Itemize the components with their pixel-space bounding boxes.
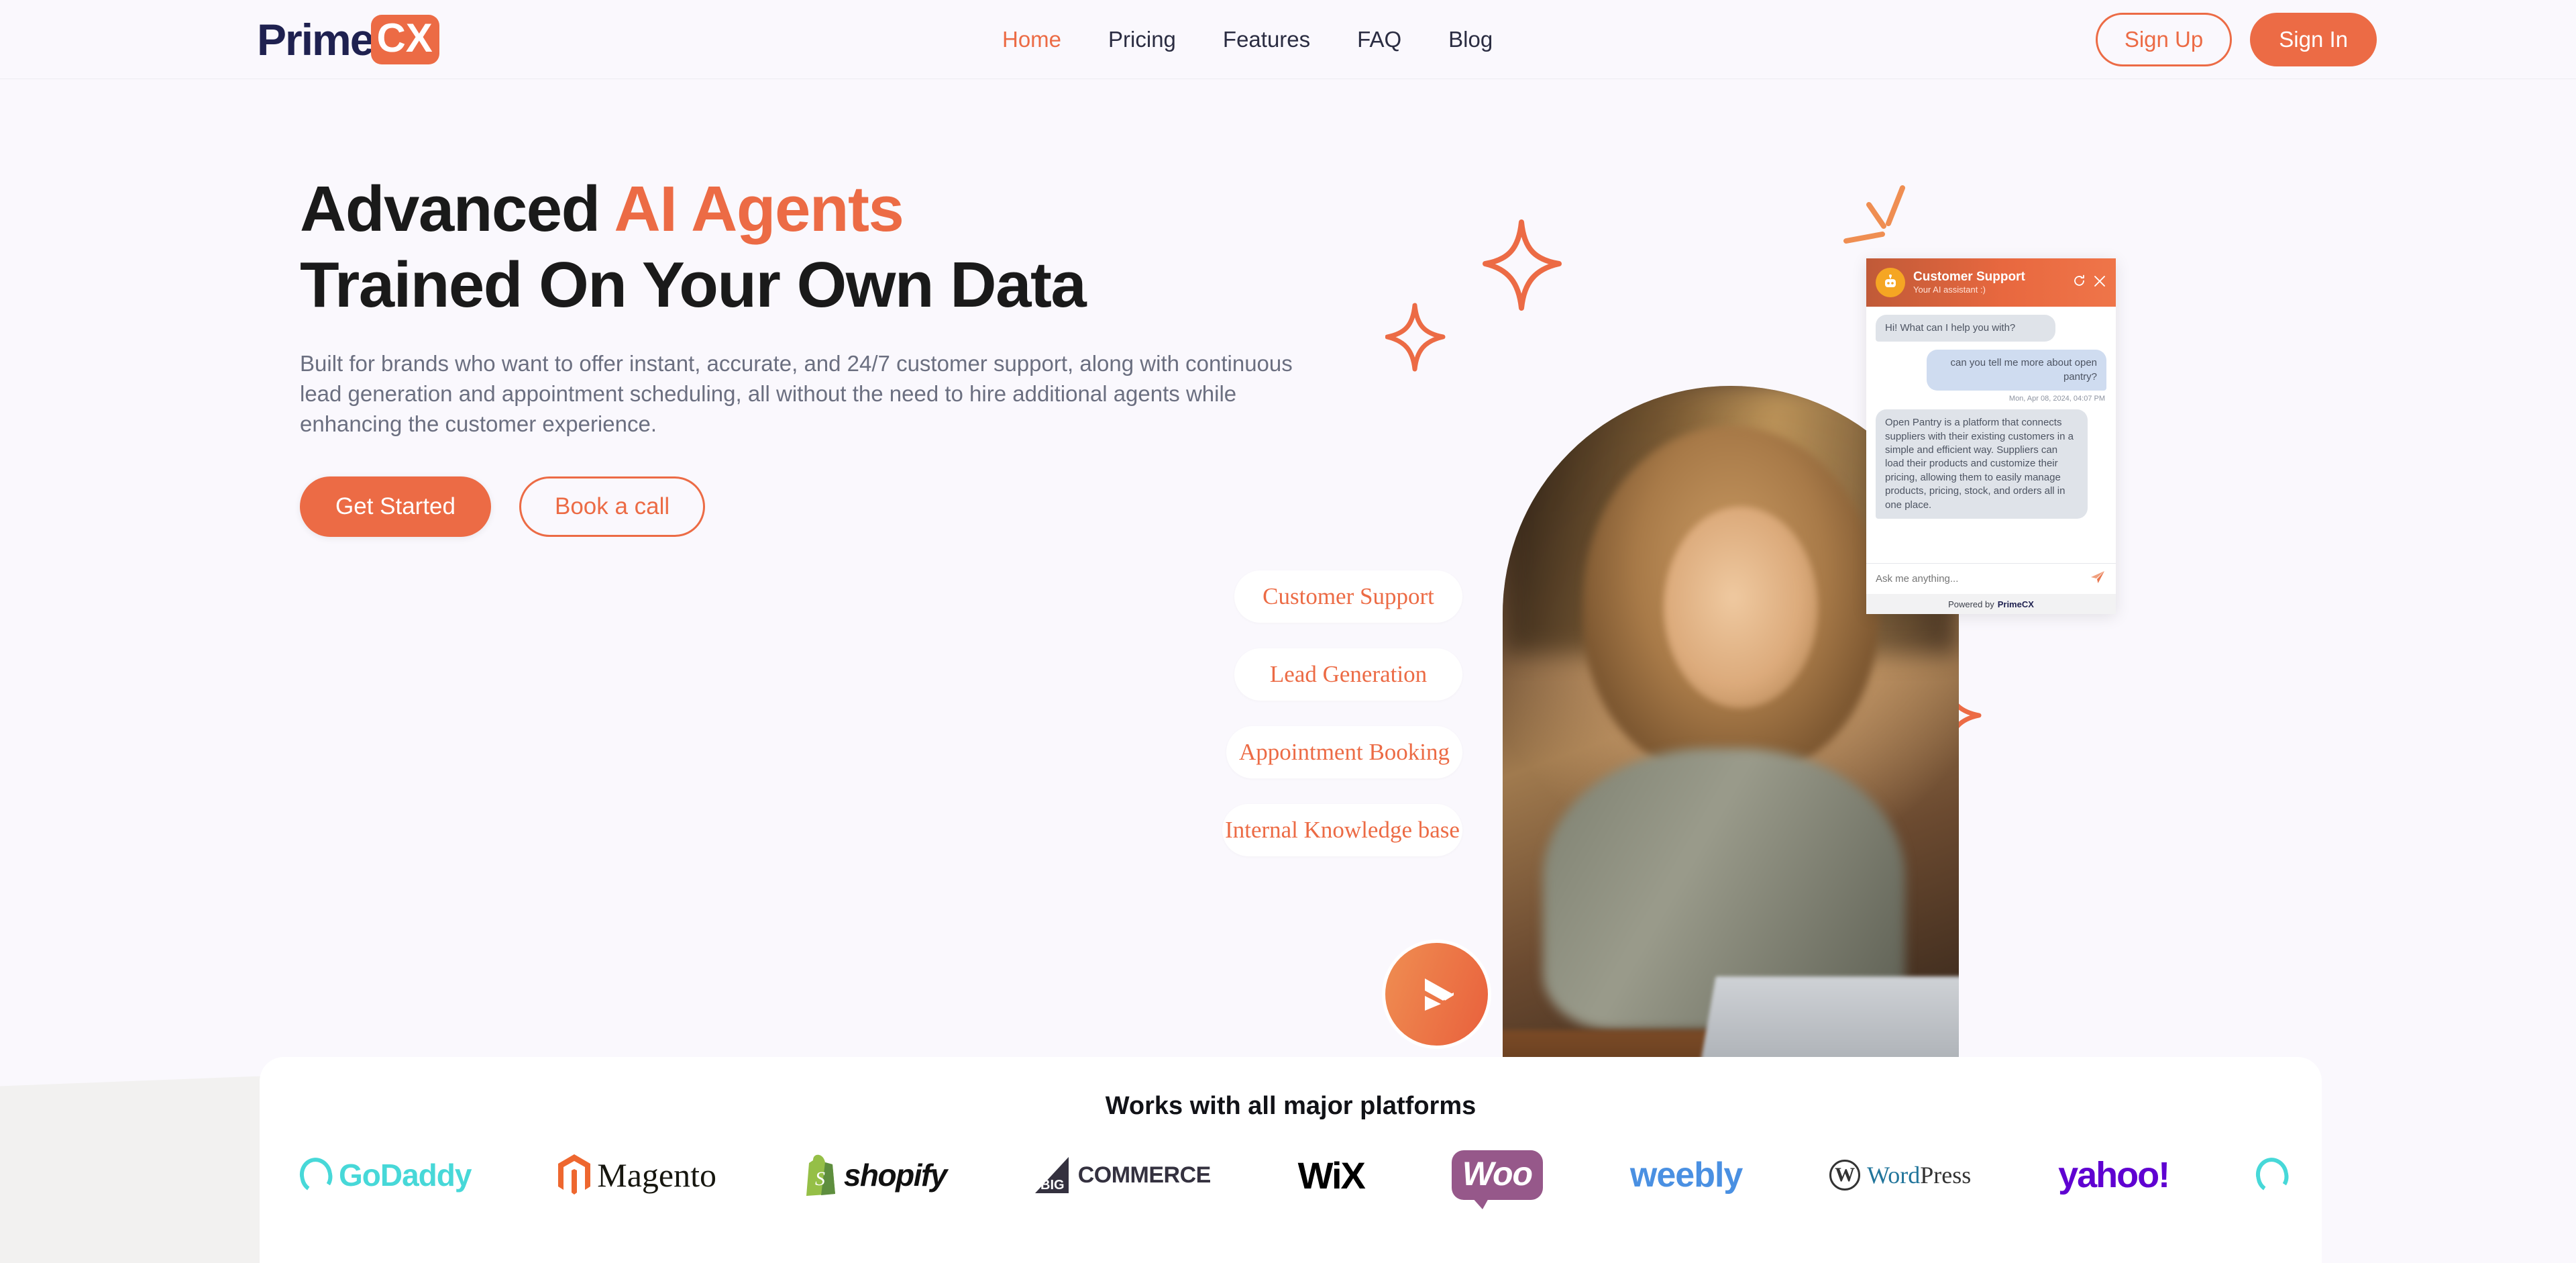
platform-label: WiX [1297,1154,1366,1197]
headline-line1-accent: AI Agents [614,173,904,245]
chat-input[interactable] [1876,573,2089,585]
platform-label: WordPress [1867,1161,1971,1189]
feature-pill-lead-generation[interactable]: Lead Generation [1234,648,1462,701]
feature-pill-label: Customer Support [1263,583,1434,609]
platform-label: shopify [843,1158,948,1193]
hero-subtitle: Built for brands who want to offer insta… [300,350,1293,436]
feature-pill-internal-knowledge-base[interactable]: Internal Knowledge base [1222,804,1462,856]
hero-text-block: Advanced AI Agents Trained On Your Own D… [300,171,1320,538]
headline-line1-plain: Advanced [300,173,614,245]
platform-label: Woo [1462,1155,1533,1193]
send-icon[interactable] [2089,568,2106,589]
platform-logo-wordpress[interactable]: W WordPress [1829,1160,1971,1191]
chat-footer-prefix: Powered by [1948,599,1994,609]
nav-item-pricing[interactable]: Pricing [1108,27,1176,52]
feature-pill-appointment-booking[interactable]: Appointment Booking [1226,726,1462,778]
platforms-logo-row: GoDaddy Magento S shopify BIG COMMERCE W… [260,1150,2322,1209]
logo-text-cx: CX [371,15,439,64]
platform-logo-yahoo[interactable]: yahoo! [2058,1154,2170,1196]
bigcommerce-icon: BIG [1034,1157,1069,1193]
svg-text:S: S [815,1168,825,1190]
platform-label: COMMERCE [1077,1162,1212,1188]
hero-visual: Customer Support Lead Generation Appoint… [1222,168,2281,1111]
chat-subtitle: Your AI assistant :) [1913,285,1986,295]
magento-icon [558,1154,591,1195]
play-icon [1424,978,1454,1011]
nav-item-features[interactable]: Features [1223,27,1310,52]
nav-item-home[interactable]: Home [1002,27,1061,52]
sign-up-button[interactable]: Sign Up [2095,13,2233,66]
chat-message-bot: Hi! What can I help you with? [1876,315,2056,342]
sparkle-icon [1483,219,1562,311]
chat-message-user: can you tell me more about open pantry? [1926,350,2106,391]
bigcommerce-prefix: BIG [1040,1178,1065,1193]
bot-avatar-icon [1876,268,1905,297]
woo-bubble-icon: Woo [1451,1150,1544,1209]
headline-line2: Trained On Your Own Data [300,249,1087,321]
chat-message-bot: Open Pantry is a platform that connects … [1876,409,2088,519]
chat-input-row [1866,563,2116,594]
feature-pill-label: Internal Knowledge base [1225,817,1460,843]
sign-in-button[interactable]: Sign In [2250,13,2377,66]
shopify-icon: S [806,1154,835,1196]
chat-footer: Powered by PrimeCX [1866,594,2116,614]
auth-button-group: Sign Up Sign In [2095,0,2377,79]
platform-label: yahoo! [2058,1155,2170,1195]
platform-label: weebly [1629,1156,1743,1195]
platform-logo-bigcommerce[interactable]: BIG COMMERCE [1034,1156,1211,1195]
platform-logo-shopify[interactable]: S shopify [804,1154,947,1196]
platforms-card: Works with all major platforms GoDaddy M… [260,1057,2322,1263]
partial-teal-icon [2253,1154,2292,1196]
hero-cta-group: Get Started Book a call [300,476,1320,538]
feature-pill-customer-support[interactable]: Customer Support [1234,570,1462,623]
nav-item-blog[interactable]: Blog [1448,27,1493,52]
feature-pill-label: Lead Generation [1269,661,1428,687]
feature-pill-label: Appointment Booking [1238,739,1450,765]
main-navigation: Home Pricing Features FAQ Blog [1002,0,1493,79]
chat-title: Customer Support [1913,270,2025,284]
nav-item-faq[interactable]: FAQ [1357,27,1401,52]
wordpress-prefix: Word [1867,1162,1921,1189]
platforms-title: Works with all major platforms [1105,1092,1477,1120]
platform-logo-weebly[interactable]: weebly [1629,1155,1743,1195]
refresh-icon[interactable] [2072,274,2086,291]
chat-header-text: Customer Support Your AI assistant :) [1913,270,2065,295]
platform-logo-godaddy[interactable]: GoDaddy [297,1154,472,1196]
platform-logo-wix[interactable]: WiX [1297,1154,1366,1197]
godaddy-icon [297,1154,335,1196]
site-header: Prime CX Home Pricing Features FAQ Blog … [0,0,2576,79]
burst-lines-icon [1843,185,1905,244]
get-started-button[interactable]: Get Started [300,476,491,538]
close-icon[interactable] [2093,274,2106,291]
platform-logo-woocommerce[interactable]: Woo [1451,1150,1544,1209]
chat-widget: Customer Support Your AI assistant :) Hi… [1866,258,2116,614]
platform-label: Magento [597,1156,717,1194]
chat-message-list: Hi! What can I help you with? can you te… [1866,307,2116,563]
platform-label: GoDaddy [339,1158,472,1193]
chat-message-timestamp: Mon, Apr 08, 2024, 04:07 PM [2008,395,2105,403]
logo[interactable]: Prime CX [257,15,439,64]
play-video-button[interactable] [1382,940,1491,1049]
logo-text-prime: Prime [257,15,374,64]
page-title: Advanced AI Agents Trained On Your Own D… [300,171,1320,323]
wordpress-suffix: Press [1920,1162,1972,1189]
sparkle-icon [1385,303,1446,372]
chat-widget-header: Customer Support Your AI assistant :) [1866,258,2116,307]
platform-logo-magento[interactable]: Magento [558,1154,716,1196]
book-a-call-button[interactable]: Book a call [519,476,706,538]
wordpress-icon: W [1829,1160,1861,1191]
platform-logo-partial[interactable] [2253,1154,2292,1196]
chat-footer-brand: PrimeCX [1997,599,2034,609]
